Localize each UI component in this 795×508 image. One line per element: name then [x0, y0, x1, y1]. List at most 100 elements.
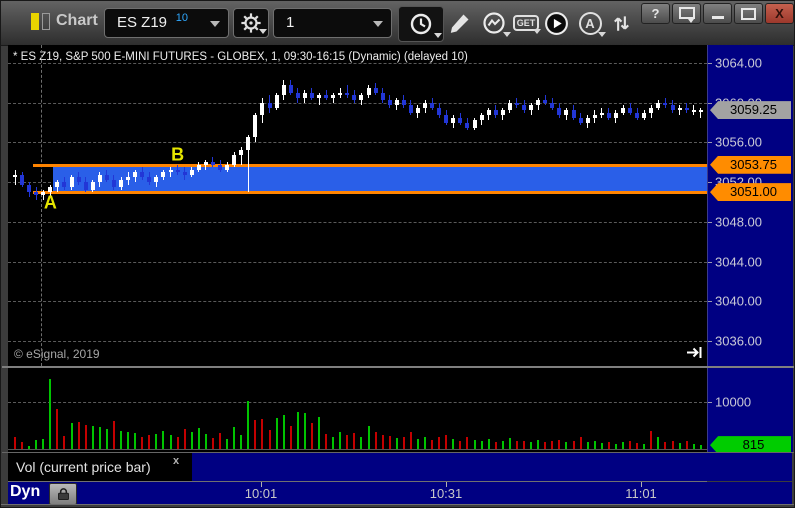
alert-annotation-button[interactable]: A — [573, 6, 607, 40]
volume-bar — [254, 419, 257, 449]
candle-body — [401, 100, 406, 106]
candle-body — [267, 102, 272, 108]
volume-bar — [289, 425, 292, 449]
candle-body — [691, 110, 696, 112]
horizontal-level-line[interactable] — [33, 163, 707, 167]
time-template-button[interactable] — [398, 6, 444, 42]
indicator-button[interactable] — [476, 6, 512, 40]
candle-body — [698, 110, 703, 112]
volume-bar — [459, 440, 462, 449]
price-axis-tick — [708, 261, 712, 263]
price-axis-label: 3044.00 — [715, 254, 762, 270]
volume-bar — [275, 417, 278, 449]
volume-axis-tick — [708, 402, 712, 403]
candle-body — [97, 174, 102, 183]
price-axis-tick — [708, 63, 712, 64]
symbol-combo[interactable]: ES Z19 10 — [104, 8, 229, 38]
price-axis-label: 3040.00 — [715, 293, 762, 309]
candle-body — [196, 164, 201, 170]
candle-wick — [332, 92, 334, 103]
horizontal-level-line[interactable] — [33, 191, 707, 195]
close-button[interactable]: X — [765, 3, 794, 24]
candle-body — [246, 137, 251, 150]
candle-body — [27, 184, 32, 193]
volume-bar — [84, 424, 87, 449]
minimize-button[interactable] — [703, 3, 732, 24]
candle-body — [274, 95, 279, 108]
volume-bar — [134, 433, 137, 449]
candle-body — [585, 117, 590, 123]
candle-body — [649, 107, 654, 113]
volume-bar — [148, 434, 151, 449]
volume-bar — [318, 417, 320, 449]
candle-body — [345, 92, 350, 96]
volume-bar — [593, 441, 596, 449]
chevron-down-icon — [259, 29, 267, 34]
refresh-swap-button[interactable] — [608, 6, 634, 40]
volume-bar — [190, 432, 193, 449]
candle-body — [663, 102, 668, 106]
candle-body — [225, 164, 230, 170]
volume-bar — [600, 443, 603, 449]
price-axis-label: 3056.00 — [715, 134, 762, 150]
chevron-down-icon — [434, 33, 442, 38]
time-axis-bar[interactable]: Dyn 10:01 10:31 11:01 — [8, 482, 792, 505]
candle-body — [175, 169, 180, 173]
popout-icon — [678, 7, 695, 23]
price-axis-tick — [708, 102, 712, 104]
price-gridline — [8, 301, 707, 303]
volume-bar — [367, 426, 370, 449]
candle-body — [415, 107, 420, 113]
price-axis-tick — [708, 301, 712, 303]
chart-window: Chart ES Z19 10 1 GET A ? X * ES Z19, S&… — [0, 0, 795, 508]
play-button[interactable] — [541, 6, 571, 40]
level-price-label: 3053.75 — [710, 155, 791, 174]
window-titlebar[interactable]: Chart ES Z19 10 1 GET A ? X — [1, 1, 794, 46]
go-to-latest-icon[interactable] — [686, 346, 703, 364]
volume-axis[interactable]: 10000 815 — [707, 368, 793, 452]
candle-body — [90, 182, 95, 190]
popout-button[interactable] — [672, 3, 701, 24]
volume-bar — [699, 445, 702, 449]
chevron-down-icon — [598, 32, 606, 37]
candle-wick — [170, 167, 172, 178]
help-button[interactable]: ? — [641, 3, 670, 24]
volume-bar — [282, 415, 285, 449]
candle-wick — [346, 85, 348, 98]
volume-bar — [98, 427, 101, 449]
candle-body — [126, 177, 131, 180]
candle-body — [500, 110, 505, 116]
candle-body — [465, 122, 470, 128]
get-data-button[interactable]: GET — [510, 9, 542, 37]
minimize-icon — [711, 16, 724, 19]
candle-body — [557, 107, 562, 116]
price-gridline — [8, 341, 707, 343]
price-pane[interactable]: * ES Z19, S&P 500 E-MINI FUTURES - GLOBE… — [8, 45, 707, 366]
candle-body — [437, 107, 442, 116]
candle-body — [295, 92, 300, 98]
annotation-label-b: B — [171, 144, 185, 165]
interval-combo[interactable]: 1 — [273, 8, 392, 38]
chevron-down-icon — [373, 21, 383, 27]
candle-body — [677, 107, 682, 111]
candle-body — [147, 177, 152, 183]
volume-bar — [657, 436, 660, 449]
volume-pane[interactable] — [8, 368, 707, 452]
close-indicator-icon[interactable]: x — [173, 455, 179, 467]
candle-body — [309, 92, 314, 98]
candle-body — [331, 95, 336, 98]
maximize-button[interactable] — [734, 3, 763, 24]
indicator-label-box: Vol (current price bar) x — [8, 453, 192, 481]
volume-bar — [233, 427, 236, 449]
candle-body — [423, 102, 428, 108]
volume-bar — [650, 431, 653, 449]
price-axis[interactable]: 3064.003060.003056.003052.003048.003044.… — [707, 45, 793, 366]
candle-body — [543, 100, 548, 103]
draw-pencil-button[interactable] — [445, 6, 475, 40]
candle-body — [189, 169, 194, 175]
dynamic-mode-label[interactable]: Dyn — [10, 483, 40, 501]
lock-scale-button[interactable] — [49, 483, 77, 505]
candle-body — [210, 162, 215, 165]
symbol-settings-button[interactable] — [233, 8, 269, 38]
volume-bar — [494, 442, 497, 449]
